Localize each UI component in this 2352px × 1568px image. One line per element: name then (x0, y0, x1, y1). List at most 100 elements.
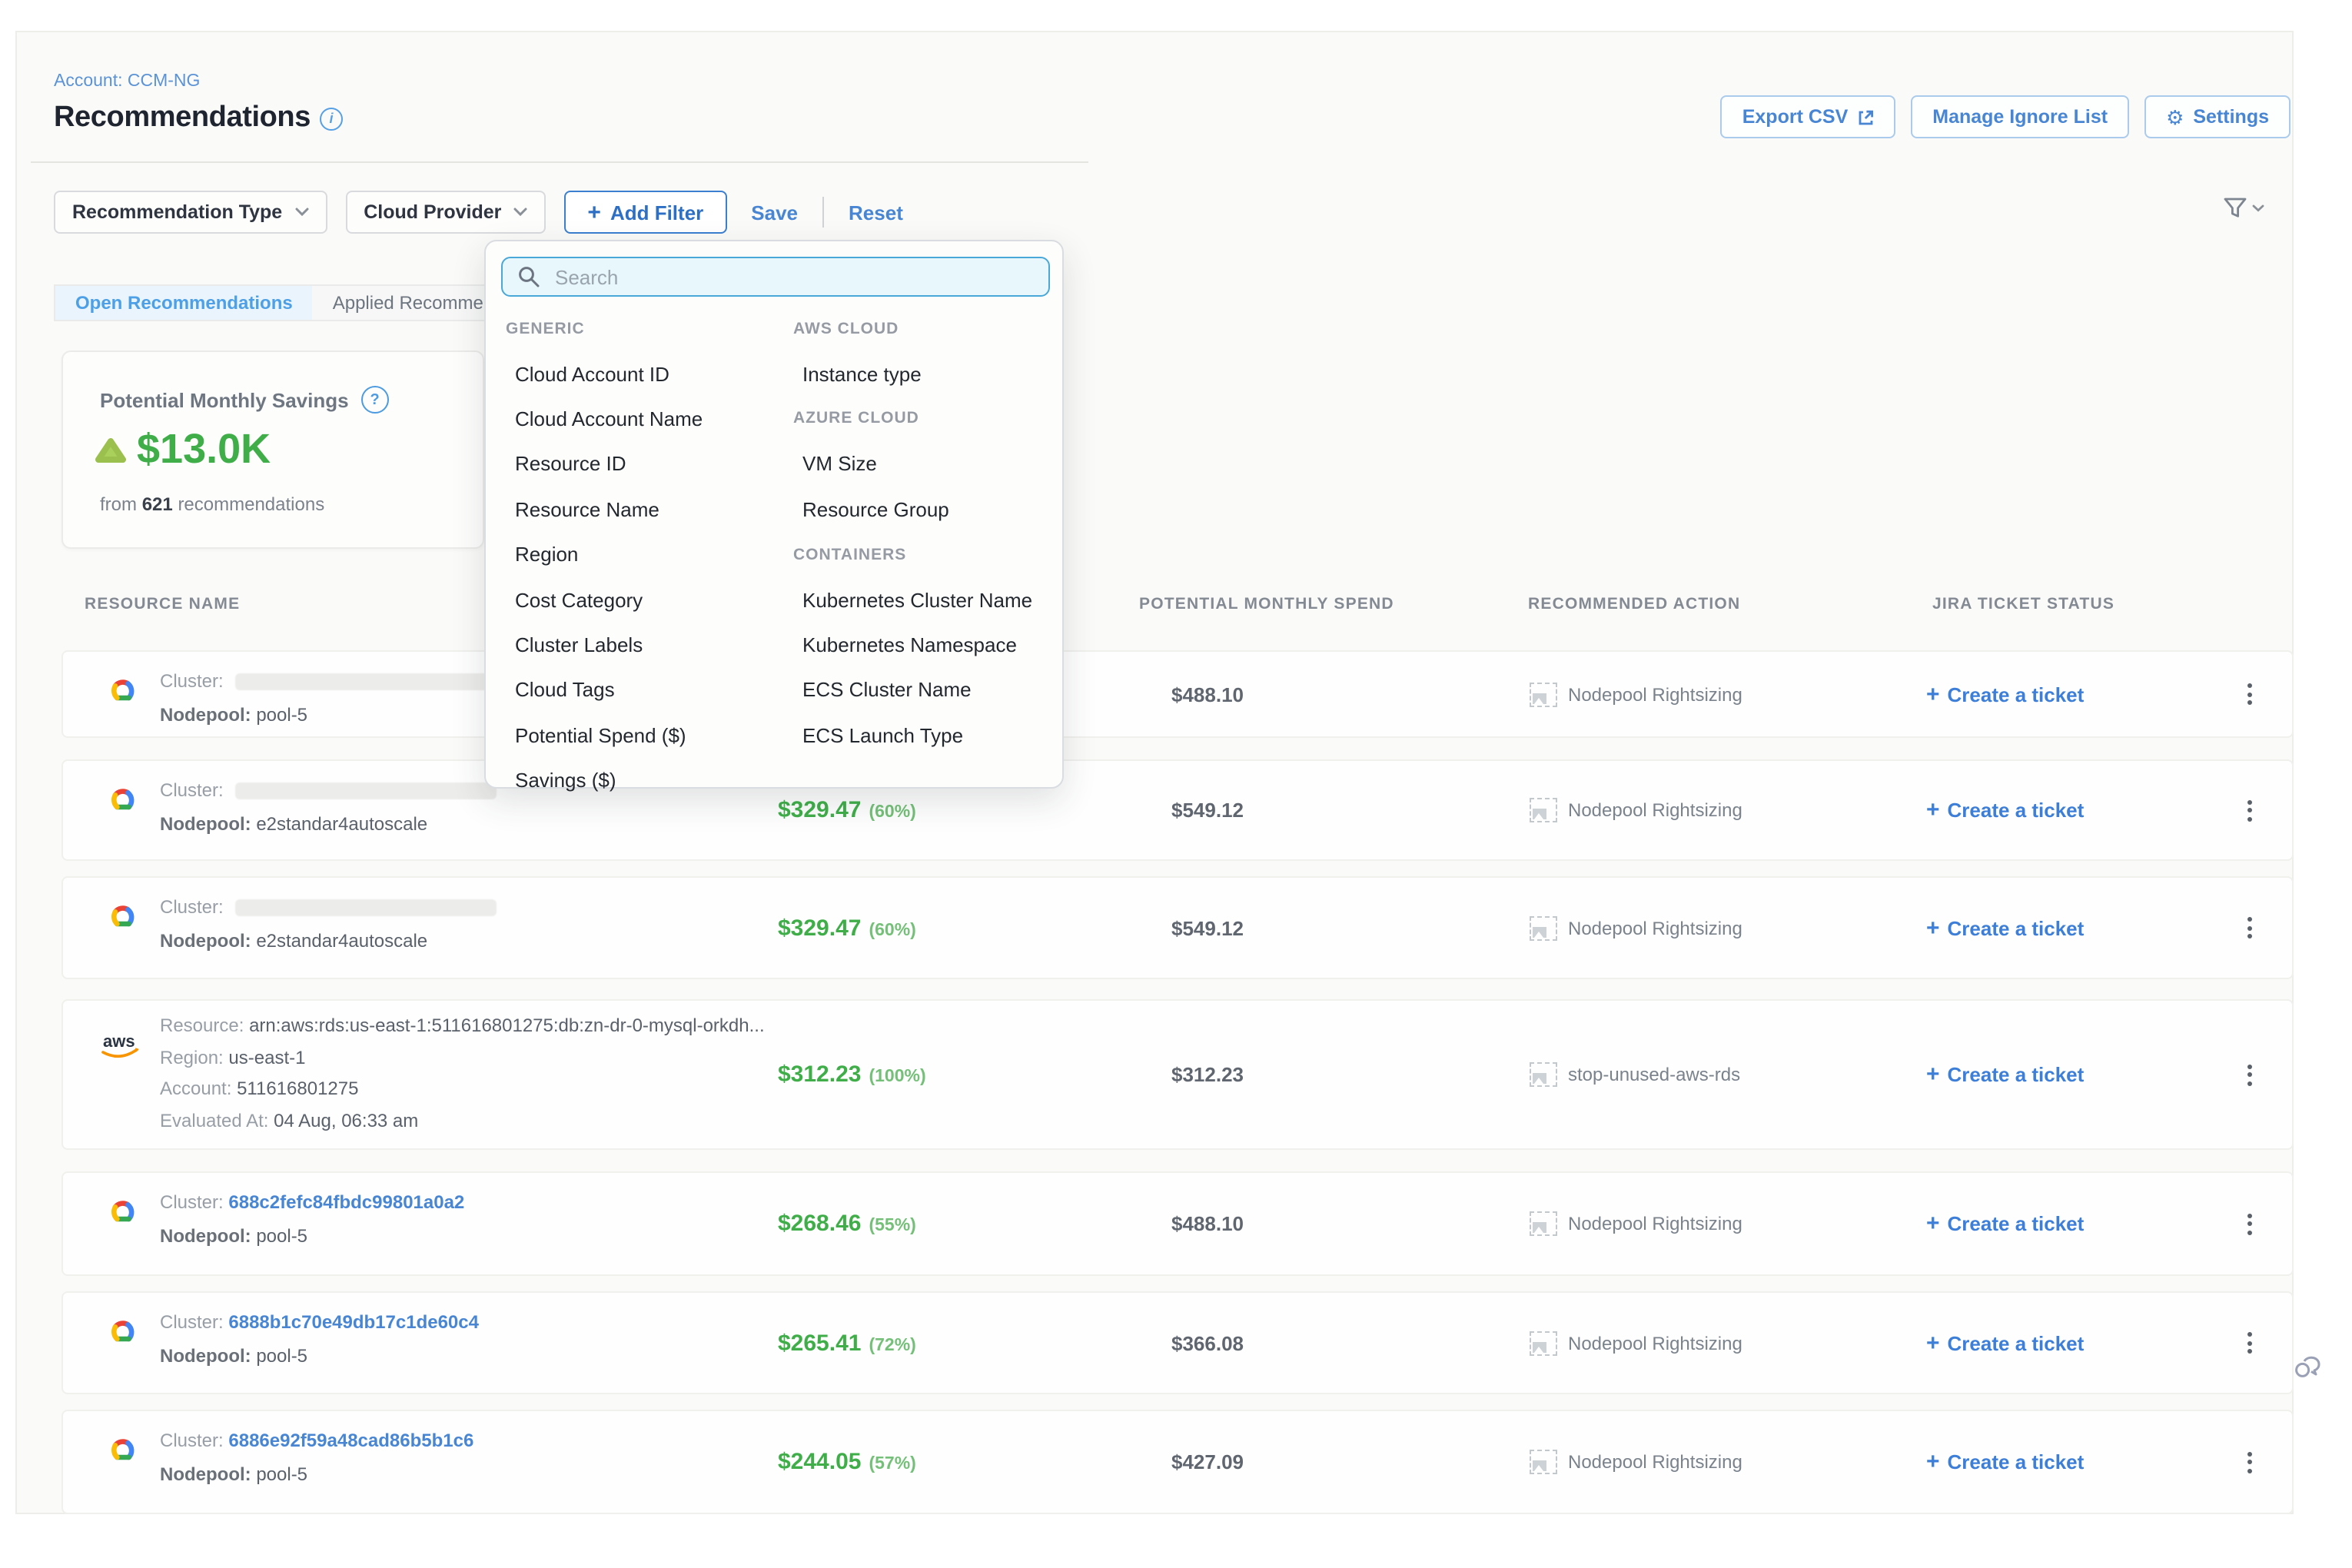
action-image-icon (1530, 1330, 1557, 1355)
table-row: Cluster: 688c2fefc84fbdc99801a0a2Nodepoo… (61, 1171, 2294, 1276)
reset-filter-button[interactable]: Reset (842, 201, 909, 224)
recommended-action: Nodepool Rightsizing (1530, 1330, 1742, 1355)
filter-option[interactable]: Kubernetes Cluster Name (793, 577, 1070, 623)
row-menu-kebab-icon[interactable] (2241, 789, 2258, 831)
redacted-cluster-name (234, 783, 496, 800)
row-menu-kebab-icon[interactable] (2241, 673, 2258, 715)
resource-details: Cluster: 688c2fefc84fbdc99801a0a2Nodepoo… (160, 1185, 464, 1253)
recommendation-type-filter[interactable]: Recommendation Type (54, 191, 327, 234)
filter-option[interactable]: ECS Cluster Name (793, 667, 1070, 713)
filter-option[interactable]: VM Size (793, 441, 1070, 487)
field-label: Cluster: (160, 670, 228, 692)
help-icon[interactable]: ? (361, 386, 389, 414)
recommendations-page: Account: CCM-NG Recommendations i Export… (0, 0, 2352, 1568)
monthly-spend-value: $549.12 (1171, 799, 1244, 822)
bottom-mask (0, 1514, 2352, 1568)
create-ticket-button[interactable]: +Create a ticket (1926, 1330, 2084, 1356)
savings-percent: (60%) (869, 803, 915, 822)
potential-savings-card: Potential Monthly Savings ? $13.0K from … (61, 350, 484, 549)
filter-option[interactable]: Kubernetes Namespace (793, 622, 1070, 667)
monthly-spend-value: $549.12 (1171, 916, 1244, 939)
export-csv-button[interactable]: Export CSV (1721, 95, 1896, 138)
table-row: Cluster: 6886e92f59a48cad86b5b1c6Nodepoo… (61, 1410, 2294, 1514)
aws-provider-icon: aws (98, 1028, 148, 1062)
account-breadcrumb[interactable]: Account: CCM-NG (54, 72, 200, 91)
field-label: Nodepool: (160, 930, 256, 952)
filter-bar: Recommendation Type Cloud Provider + Add… (54, 191, 909, 234)
recommended-action: Nodepool Rightsizing (1530, 682, 1742, 706)
filter-option[interactable]: Resource Group (793, 487, 1070, 532)
row-menu-kebab-icon[interactable] (2241, 1054, 2258, 1095)
create-ticket-button[interactable]: +Create a ticket (1926, 681, 2084, 707)
table-row: Cluster: 6888b1c70e49db17c1de60c4 Nodepoo… (61, 1291, 2294, 1394)
filter-funnel-icon[interactable] (2223, 197, 2264, 220)
filter-option[interactable]: Instance type (793, 351, 1070, 397)
save-filter-button[interactable]: Save (745, 201, 804, 224)
row-menu-kebab-icon[interactable] (2241, 907, 2258, 948)
create-ticket-button[interactable]: + Create a ticket (1926, 1449, 2084, 1475)
filter-option[interactable]: Cluster Labels (506, 622, 782, 667)
chat-support-icon[interactable] (2294, 1356, 2323, 1391)
resource-details: Cluster: Nodepool: e2standar4autoscale (160, 773, 496, 841)
savings-amount: $244.05 (778, 1449, 861, 1475)
col-resource-name: RESOURCE NAME (85, 595, 240, 613)
cloud-provider-filter[interactable]: Cloud Provider (345, 191, 546, 234)
monthly-savings-value: $329.47(60%) (778, 915, 916, 941)
cluster-link[interactable]: 6886e92f59a48cad86b5b1c6 (228, 1430, 473, 1451)
filter-option[interactable]: Cloud Account Name (506, 397, 782, 442)
filter-category-heading: GENERIC (506, 306, 782, 351)
cluster-link[interactable]: 6888b1c70e49db17c1de60c4 (228, 1311, 479, 1333)
recommendation-type-label: Recommendation Type (72, 201, 282, 223)
savings-percent: (100%) (869, 1068, 925, 1086)
settings-button[interactable]: ⚙ Settings (2144, 95, 2291, 138)
create-ticket-button[interactable]: +Create a ticket (1926, 915, 2084, 941)
filter-option[interactable]: Cost Category (506, 577, 782, 623)
create-ticket-label: Create a ticket (1948, 1063, 2085, 1086)
filter-search-input[interactable] (552, 264, 1033, 290)
row-menu-kebab-icon[interactable] (2241, 1441, 2258, 1483)
row-menu-kebab-icon[interactable] (2241, 1203, 2258, 1244)
tab-open-recommendations[interactable]: Open Recommendations (55, 286, 313, 320)
field-value: pool-5 (256, 1225, 307, 1247)
recommended-action: stop-unused-aws-rds (1530, 1062, 1740, 1087)
plus-icon: + (587, 199, 601, 225)
filter-option[interactable]: Resource ID (506, 441, 782, 487)
field-value: e2standar4autoscale (256, 813, 427, 835)
cluster-link[interactable]: 688c2fefc84fbdc99801a0a2 (228, 1191, 464, 1213)
gcp-provider-icon (98, 1316, 148, 1350)
manage-ignore-list-label: Manage Ignore List (1932, 106, 2108, 128)
header-actions: Export CSV Manage Ignore List ⚙ Settings (1721, 95, 2291, 138)
external-link-icon (1857, 108, 1874, 125)
plus-icon: + (1926, 1449, 1940, 1475)
savings-amount: $265.41 (778, 1330, 861, 1356)
create-ticket-button[interactable]: +Create a ticket (1926, 1211, 2084, 1237)
filter-option[interactable]: Cloud Tags (506, 667, 782, 713)
filter-option[interactable]: Potential Spend ($) (506, 713, 782, 758)
field-label: Cluster: (160, 896, 228, 918)
create-ticket-button[interactable]: +Create a ticket (1926, 1061, 2084, 1088)
aws-icon: aws (100, 1028, 146, 1062)
gcp-icon (103, 1316, 143, 1350)
create-ticket-label: Create a ticket (1948, 1331, 2085, 1354)
manage-ignore-list-button[interactable]: Manage Ignore List (1911, 95, 2129, 138)
plus-icon: + (1926, 1211, 1940, 1237)
chevron-down-icon (294, 208, 308, 217)
filter-option[interactable]: Cloud Account ID (506, 351, 782, 397)
recommended-action: Nodepool Rightsizing (1530, 798, 1742, 822)
row-menu-kebab-icon[interactable] (2241, 1322, 2258, 1364)
add-filter-button[interactable]: + Add Filter (564, 191, 726, 234)
filter-option[interactable]: ECS Launch Type (793, 713, 1070, 758)
create-ticket-label: Create a ticket (1948, 1450, 2085, 1473)
filter-option[interactable]: Resource Name (506, 487, 782, 532)
header-divider (31, 161, 1088, 163)
filter-option[interactable]: Savings ($) (506, 758, 782, 803)
info-icon[interactable]: i (320, 107, 343, 130)
plus-icon: + (1926, 797, 1940, 823)
add-filter-label: Add Filter (610, 201, 703, 224)
filter-option[interactable]: Region (506, 532, 782, 577)
field-value: 511616801275 (237, 1078, 358, 1099)
col-jira-ticket-status: JIRA TICKET STATUS (1932, 595, 2114, 613)
export-csv-label: Export CSV (1742, 106, 1849, 128)
field-label: Cluster: (160, 1311, 228, 1333)
create-ticket-button[interactable]: +Create a ticket (1926, 797, 2084, 823)
